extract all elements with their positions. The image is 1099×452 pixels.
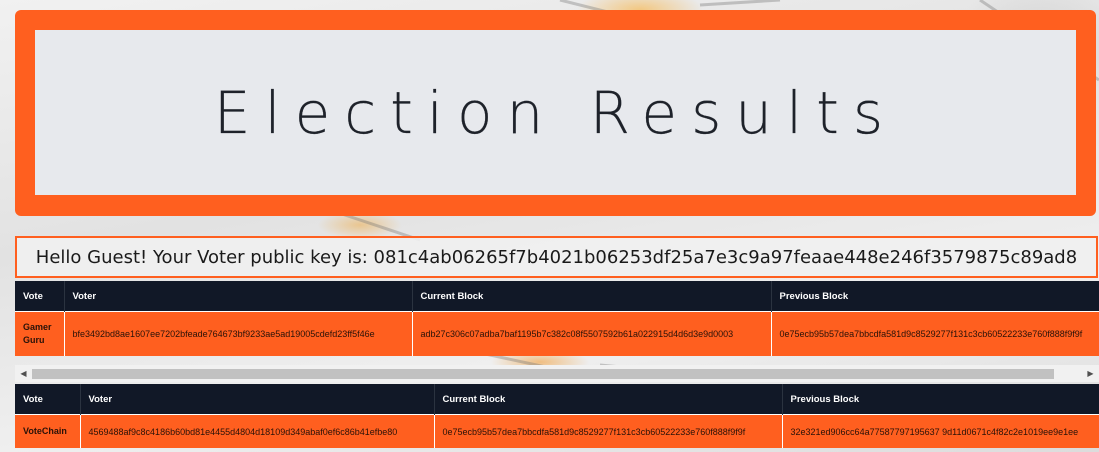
column-header-vote: Vote xyxy=(15,281,65,312)
column-header-current-block: Current Block xyxy=(412,281,772,312)
horizontal-scrollbar[interactable]: ◀ ▶ xyxy=(15,365,1099,382)
current-block-cell: 0e75ecb95b57dea7bbcdfa581d9c8529277f131c… xyxy=(434,414,783,448)
voter-cell: bfe3492bd8ae1607ee7202bfeade764673bf9233… xyxy=(64,311,413,356)
column-header-voter: Voter xyxy=(80,384,435,415)
table-row: VoteChain 4569488af9c8c4186b60bd81e4455d… xyxy=(15,414,1099,448)
column-header-previous-block: Previous Block xyxy=(771,281,1099,312)
voter-greeting: Hello Guest! Your Voter public key is: 0… xyxy=(15,236,1098,278)
previous-block-cell: 0e75ecb95b57dea7bbcdfa581d9c8529277f131c… xyxy=(771,311,1099,356)
column-header-current-block: Current Block xyxy=(434,384,783,415)
vote-cell: VoteChain xyxy=(15,414,81,448)
previous-block-cell: 32e321ed906cc64a77587797195637 9d11d0671… xyxy=(782,414,1099,448)
scroll-right-arrow-icon[interactable]: ▶ xyxy=(1082,365,1099,382)
scroll-left-arrow-icon[interactable]: ◀ xyxy=(15,365,32,382)
vote-cell: Gamer Guru xyxy=(15,311,65,356)
scrollbar-thumb[interactable] xyxy=(32,369,1054,379)
title-panel: Election Results xyxy=(35,30,1076,195)
page-title: Election Results xyxy=(213,78,898,147)
results-table-2: Vote Voter Current Block Previous Block … xyxy=(15,384,1099,452)
table-header-row: Vote Voter Current Block Previous Block xyxy=(15,384,1099,415)
results-table-1: Vote Voter Current Block Previous Block … xyxy=(15,281,1099,357)
column-header-previous-block: Previous Block xyxy=(782,384,1099,415)
title-banner: Election Results xyxy=(15,10,1096,216)
voter-cell: 4569488af9c8c4186b60bd81e4455d4804d18109… xyxy=(80,414,435,448)
table-row: Gamer Guru bfe3492bd8ae1607ee7202bfeade7… xyxy=(15,311,1099,356)
table-header-row: Vote Voter Current Block Previous Block xyxy=(15,281,1099,312)
current-block-cell: adb27c306c07adba7baf1195b7c382c08f550759… xyxy=(412,311,772,356)
column-header-voter: Voter xyxy=(64,281,413,312)
column-header-vote: Vote xyxy=(15,384,81,415)
